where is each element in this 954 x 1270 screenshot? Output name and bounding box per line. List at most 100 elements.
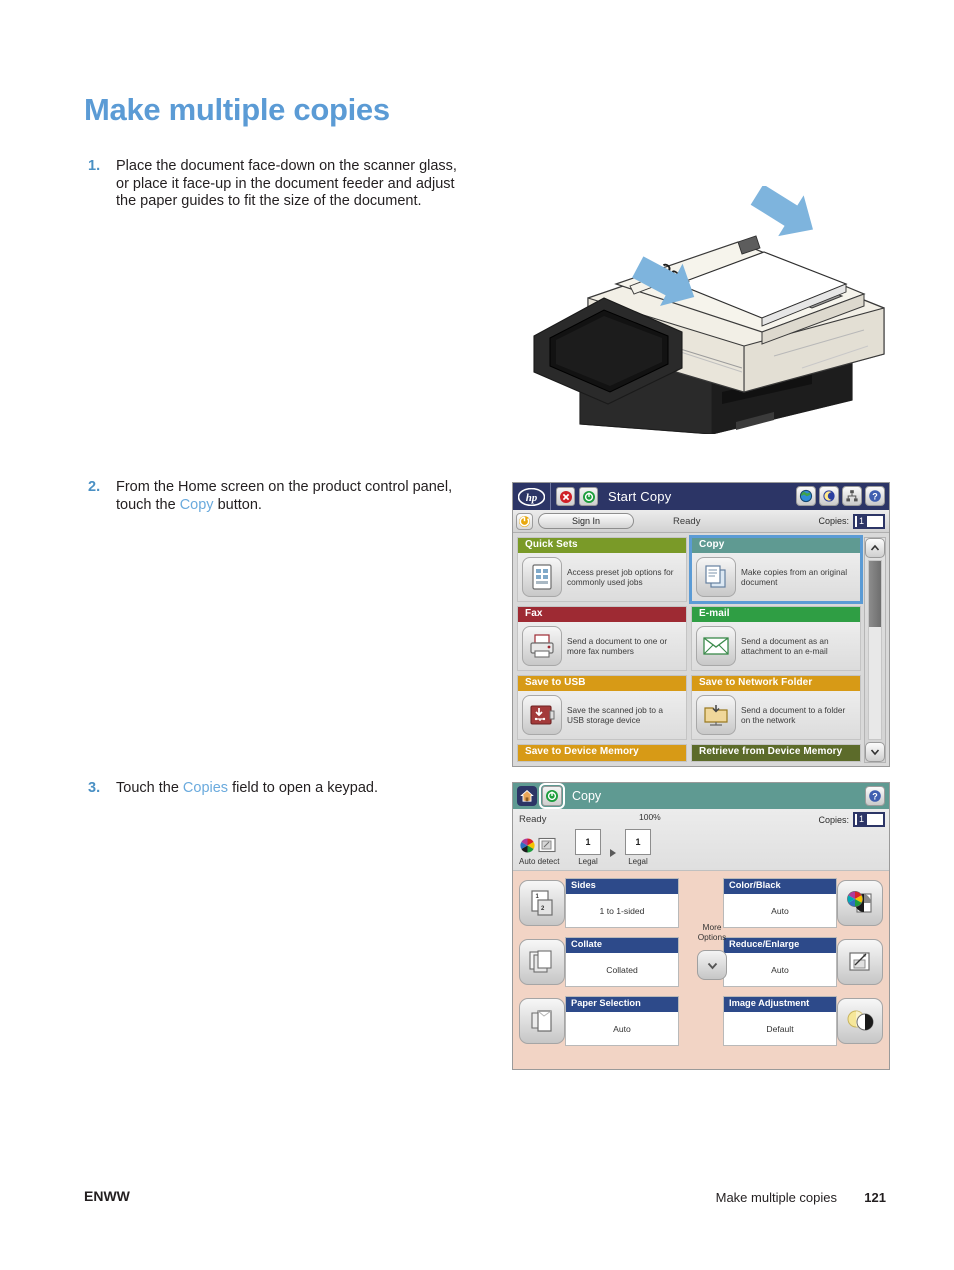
tile-copy[interactable]: Copy Make copies from an original docume… [689,535,863,604]
tile-retrieve-from-device-memory[interactable]: Retrieve from Device Memory [691,744,861,762]
svg-text:hp: hp [525,492,537,504]
step-3-text: Touch the Copies field to open a keypad. [116,780,378,798]
auto-detect-group: Auto detect [519,835,575,866]
power-icon[interactable] [516,512,533,530]
step-3-text-after: field to open a keypad. [228,780,379,796]
home-status-text: Ready [673,515,701,527]
option-color-black-label: Color/Black [724,879,836,894]
copy-options-area: 1 2 Sides 1 to 1-sided Collate Collated … [513,871,889,1067]
paper-selection-icon [519,998,565,1044]
tile-fax[interactable]: Fax Send a document to one or more fax n… [517,606,687,671]
copy-copies-input[interactable]: 1 [853,812,885,827]
control-panel-copy-screen: Copy ? Ready Copies: 1 100% Auto detect … [512,782,890,1070]
home-scrollbar-track[interactable] [868,560,882,740]
option-paper-selection-value: Auto [613,1023,631,1034]
tile-save-to-network-folder-label: Save to Network Folder [692,676,860,691]
page-title: Make multiple copies [84,92,390,127]
help-icon[interactable]: ? [865,486,885,506]
step-3-ui-label-copies: Copies [182,780,229,796]
source-page-group: 1 Legal [575,829,601,866]
option-image-adjustment[interactable]: Image Adjustment Default [723,996,883,1046]
home-header-bar: hp Start Copy ? [513,483,889,510]
step-1: 1. Place the document face-down on the s… [88,158,468,211]
option-paper-selection[interactable]: Paper Selection Auto [519,996,679,1046]
mfp-document-feeder-illustration: ABC [533,186,885,434]
option-image-adjustment-label: Image Adjustment [724,997,836,1012]
option-sides-label: Sides [566,879,678,894]
start-icon[interactable] [579,487,598,506]
sides-icon: 1 2 [519,880,565,926]
copy-options-left-column: 1 2 Sides 1 to 1-sided Collate Collated … [519,878,679,1046]
copy-copies-field-group: Copies: 1 [818,812,885,827]
home-copies-label: Copies: [818,516,849,526]
tile-save-to-usb-desc: Save the scanned job to a USB storage de… [567,705,663,725]
home-scrollbar[interactable] [864,537,886,763]
start-icon[interactable] [539,783,565,809]
home-header-title: Start Copy [608,489,672,504]
home-copies-input[interactable]: 1 [853,513,885,529]
option-reduce-enlarge[interactable]: Reduce/Enlarge Auto [723,937,883,987]
moon-icon[interactable] [819,486,839,506]
more-options-button[interactable] [697,950,727,980]
home-header-icon-group: ? [796,486,885,506]
tile-fax-desc: Send a document to one or more fax numbe… [567,636,668,656]
option-collate-label: Collate [566,938,678,953]
tile-save-to-usb-label: Save to USB [518,676,686,691]
option-sides[interactable]: 1 2 Sides 1 to 1-sided [519,878,679,928]
option-reduce-enlarge-label: Reduce/Enlarge [724,938,836,953]
home-scrollbar-thumb[interactable] [869,561,881,627]
home-icon[interactable] [517,786,537,806]
sign-in-button[interactable]: Sign In [538,513,634,529]
step-1-text: Place the document face-down on the scan… [116,158,457,209]
option-sides-value: 1 to 1-sided [599,905,645,916]
copy-icon [696,557,736,597]
option-paper-selection-label: Paper Selection [566,997,678,1012]
option-image-adjustment-value: Default [766,1023,794,1034]
tile-quick-sets[interactable]: Quick Sets Access preset job options for… [517,537,687,602]
option-reduce-enlarge-value: Auto [771,964,789,975]
tile-email-label: E-mail [692,607,860,622]
home-status-bar: Sign In Ready Copies: 1 [513,510,889,533]
step-2: 2. From the Home screen on the product c… [88,479,458,514]
tile-save-to-network-folder-desc: Send a document to a folder on the netwo… [741,705,846,725]
copy-copies-label: Copies: [818,814,849,825]
footer-section-title: Make multiple copies [715,1190,837,1205]
fax-icon [522,626,562,666]
copy-scale-value: 100% [639,812,661,822]
destination-page-group: 1 Legal [625,829,651,866]
tile-save-to-network-folder[interactable]: Save to Network Folder Send a document t… [691,675,861,740]
network-icon[interactable] [842,486,862,506]
tile-retrieve-from-device-memory-label: Retrieve from Device Memory [692,745,860,761]
color-black-icon [837,880,883,926]
quick-sets-icon [522,557,562,597]
copy-header-title: Copy [572,789,602,803]
chevron-up-icon[interactable] [865,538,885,558]
stop-icon[interactable] [556,487,575,506]
tile-save-to-device-memory-label: Save to Device Memory [518,745,686,761]
document-size-icon [538,837,556,853]
control-panel-home-screen: hp Start Copy ? Sign In Ready Copies: 1 … [512,482,890,767]
option-color-black[interactable]: Color/Black Auto [723,878,883,928]
tile-email-desc: Send a document as an attachment to an e… [741,636,829,656]
header-divider [550,483,551,510]
footer-page-number: 121 [864,1190,886,1205]
chevron-down-icon[interactable] [865,742,885,762]
page-footer: ENWW Make multiple copies 121 [0,1188,954,1210]
home-tile-grid: Quick Sets Access preset job options for… [517,535,863,762]
globe-icon[interactable] [796,486,816,506]
image-adjustment-icon [837,998,883,1044]
step-2-text: From the Home screen on the product cont… [116,479,458,514]
email-icon [696,626,736,666]
option-collate[interactable]: Collate Collated [519,937,679,987]
tile-save-to-device-memory[interactable]: Save to Device Memory [517,744,687,762]
tile-save-to-usb[interactable]: Save to USB Save the scanned job to a US… [517,675,687,740]
usb-icon [522,695,562,735]
tile-email[interactable]: E-mail Send a document as an attachment … [691,606,861,671]
network-folder-icon [696,695,736,735]
step-2-text-before: From the Home screen on the product cont… [116,479,453,513]
copy-header-bar: Copy ? [513,783,889,809]
help-icon[interactable]: ? [865,786,885,806]
step-3: 3. Touch the Copies field to open a keyp… [88,780,468,798]
copy-status-text: Ready [519,814,547,825]
tile-quick-sets-label: Quick Sets [518,538,686,553]
